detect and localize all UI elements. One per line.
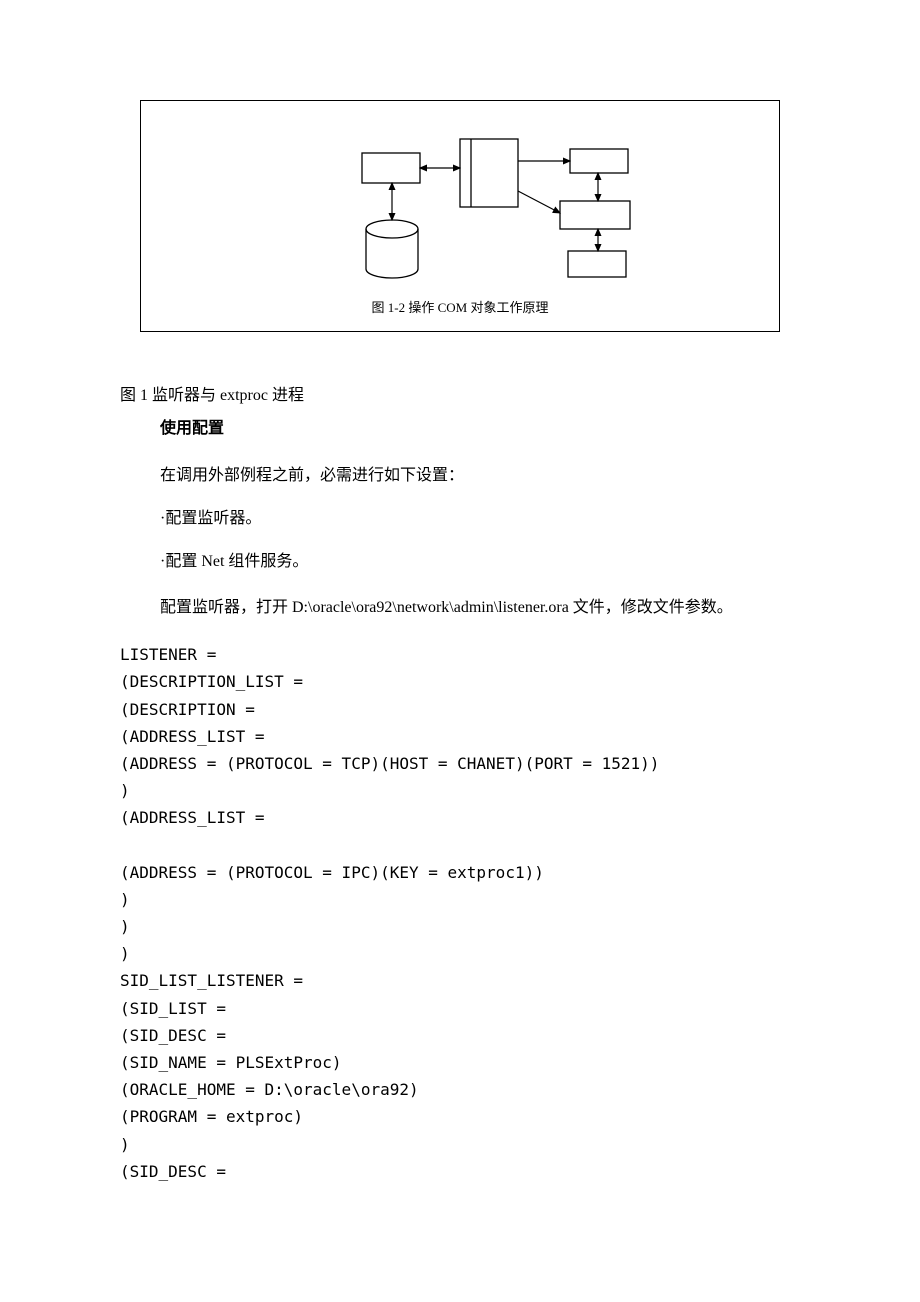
edge-center-midright (518, 191, 560, 213)
bottom-right-box (568, 251, 626, 277)
diagram-inner-caption: 图 1-2 操作 COM 对象工作原理 (171, 296, 749, 319)
intro-paragraph: 在调用外部例程之前，必需进行如下设置： (120, 462, 800, 491)
section-title: 使用配置 (120, 415, 800, 444)
bullet-item: ·配置 Net 组件服务。 (120, 548, 800, 577)
figure-box: 图 1-2 操作 COM 对象工作原理 (140, 100, 780, 332)
listener-code-block: LISTENER = (DESCRIPTION_LIST = (DESCRIPT… (120, 641, 800, 1185)
db-cylinder-icon (366, 220, 418, 278)
config-paragraph: 配置监听器，打开 D:\oracle\ora92\network\admin\l… (120, 594, 800, 623)
top-right-box (570, 149, 628, 173)
diagram-svg (280, 121, 640, 286)
left-box (362, 153, 420, 183)
bullet-item: ·配置监听器。 (120, 505, 800, 534)
figure-label: 图 1 监听器与 extproc 进程 (120, 382, 800, 411)
diagram-container (171, 121, 749, 286)
mid-right-box (560, 201, 630, 229)
center-double-box (460, 139, 518, 207)
